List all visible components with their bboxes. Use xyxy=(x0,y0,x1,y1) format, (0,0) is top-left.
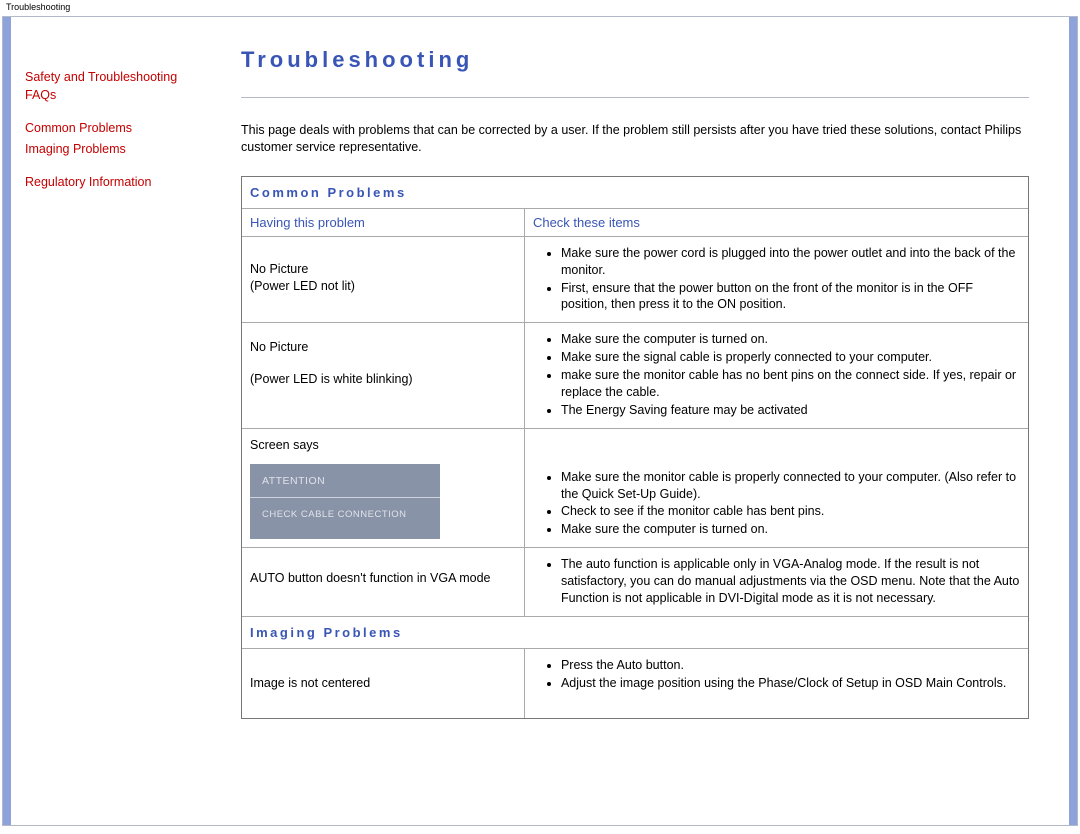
sidebar-nav: Safety and Troubleshooting FAQs Common P… xyxy=(11,17,211,825)
left-accent-bar xyxy=(3,17,11,825)
main-content: Troubleshooting This page deals with pro… xyxy=(211,17,1069,825)
solution-item: Press the Auto button. xyxy=(561,657,1020,674)
solution-item: First, ensure that the power button on t… xyxy=(561,280,1020,314)
solution-item: Make sure the monitor cable is properly … xyxy=(561,469,1020,503)
solution-item: The Energy Saving feature may be activat… xyxy=(561,402,1020,419)
solution-item: make sure the monitor cable has no bent … xyxy=(561,367,1020,401)
section-header-row-imaging: Imaging Problems xyxy=(242,617,1028,649)
intro-text: This page deals with problems that can b… xyxy=(241,122,1029,156)
attention-message: CHECK CABLE CONNECTION xyxy=(250,498,440,525)
solution-item: The auto function is applicable only in … xyxy=(561,556,1020,607)
solution-list: Make sure the power cord is plugged into… xyxy=(533,245,1020,314)
attention-callout: ATTENTION CHECK CABLE CONNECTION xyxy=(250,464,440,539)
table-row: AUTO button doesn't function in VGA mode… xyxy=(242,548,1028,617)
solution-list: Press the Auto button. Adjust the image … xyxy=(533,657,1020,692)
attention-title: ATTENTION xyxy=(250,464,440,498)
problem-text: (Power LED is white blinking) xyxy=(250,371,516,389)
solution-item: Make sure the computer is turned on. xyxy=(561,331,1020,348)
sidebar-link-faqs[interactable]: FAQs xyxy=(25,87,197,105)
solution-list: Make sure the computer is turned on. Mak… xyxy=(533,331,1020,418)
solution-item: Adjust the image position using the Phas… xyxy=(561,675,1020,692)
solution-item: Check to see if the monitor cable has be… xyxy=(561,503,1020,520)
problem-text: Screen says xyxy=(250,437,516,455)
column-headers-row: Having this problem Check these items xyxy=(242,209,1028,237)
title-divider xyxy=(241,97,1029,98)
table-row: No Picture (Power LED is white blinking)… xyxy=(242,323,1028,428)
col-header-problem: Having this problem xyxy=(250,215,365,230)
sidebar-link-common-problems[interactable]: Common Problems xyxy=(25,120,197,138)
problem-text: AUTO button doesn't function in VGA mode xyxy=(250,570,516,588)
header-filename: Troubleshooting xyxy=(0,0,1080,14)
right-accent-bar xyxy=(1069,17,1077,825)
page-title: Troubleshooting xyxy=(241,47,1029,73)
troubleshooting-table: Common Problems Having this problem Chec… xyxy=(241,176,1029,720)
page-container: Safety and Troubleshooting FAQs Common P… xyxy=(2,16,1078,826)
problem-text: (Power LED not lit) xyxy=(250,278,516,296)
problem-text: No Picture xyxy=(250,261,516,279)
solution-list: Make sure the monitor cable is properly … xyxy=(533,469,1020,539)
sidebar-link-safety[interactable]: Safety and Troubleshooting xyxy=(25,69,197,87)
sidebar-link-regulatory[interactable]: Regulatory Information xyxy=(25,174,197,192)
problem-text: Image is not centered xyxy=(250,675,516,693)
solution-item: Make sure the signal cable is properly c… xyxy=(561,349,1020,366)
section-header-row-common: Common Problems xyxy=(242,177,1028,209)
solution-item: Make sure the computer is turned on. xyxy=(561,521,1020,538)
common-problems-heading: Common Problems xyxy=(250,185,407,200)
problem-text: No Picture xyxy=(250,339,516,357)
solution-item: Make sure the power cord is plugged into… xyxy=(561,245,1020,279)
sidebar-link-imaging-problems[interactable]: Imaging Problems xyxy=(25,141,197,159)
col-header-solution: Check these items xyxy=(533,215,640,230)
table-row: No Picture (Power LED not lit) Make sure… xyxy=(242,237,1028,324)
solution-list: The auto function is applicable only in … xyxy=(533,556,1020,607)
table-row: Image is not centered Press the Auto but… xyxy=(242,649,1028,719)
table-row: Screen says ATTENTION CHECK CABLE CONNEC… xyxy=(242,429,1028,549)
imaging-problems-heading: Imaging Problems xyxy=(250,625,403,640)
